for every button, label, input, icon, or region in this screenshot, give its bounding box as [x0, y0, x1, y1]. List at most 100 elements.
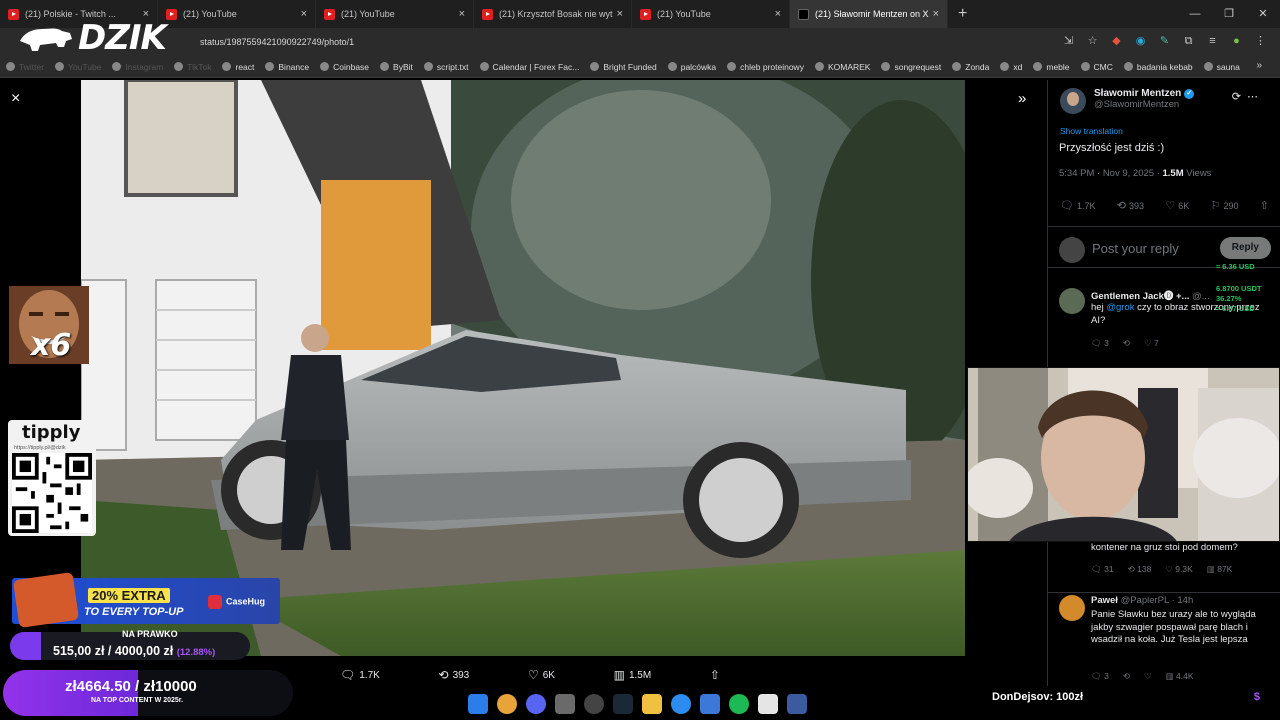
reply-button[interactable]: 🗨 3: [1091, 338, 1109, 349]
bookmark-item[interactable]: songrequest: [881, 62, 941, 72]
windows-start-icon[interactable]: [468, 694, 488, 714]
steam-icon[interactable]: [613, 694, 633, 714]
repost-button[interactable]: ⟲ 138: [1128, 564, 1152, 575]
share-button[interactable]: ⇧: [1260, 199, 1272, 212]
avatar[interactable]: [1060, 88, 1086, 114]
reply-button[interactable]: 🗨 1.7K: [340, 668, 380, 682]
menu-kebab-icon[interactable]: ⋮: [1253, 34, 1268, 49]
browser-tab[interactable]: (21) YouTube ×: [316, 0, 474, 28]
views-button[interactable]: ▥ 4.4K: [1166, 671, 1194, 682]
reply-input[interactable]: Post your reply: [1092, 241, 1179, 256]
file-explorer-icon[interactable]: [642, 694, 662, 714]
close-tab-icon[interactable]: ×: [301, 8, 307, 20]
close-tab-icon[interactable]: ×: [775, 8, 781, 20]
like-button[interactable]: ♡: [1144, 671, 1152, 682]
close-tab-icon[interactable]: ×: [459, 8, 465, 20]
bookmark-item[interactable]: chleb proteinowy: [727, 62, 804, 72]
app-icon[interactable]: [555, 694, 575, 714]
bookmark-item[interactable]: Twitter: [6, 62, 44, 72]
reply-item[interactable]: Paweł @PaplerPL · 14h Panie Sławku bez u…: [1048, 592, 1280, 686]
share-button[interactable]: ⇧: [710, 668, 720, 682]
extension-icon[interactable]: ✎: [1157, 34, 1172, 49]
reply-item[interactable]: kontener na gruz stoi pod domem? 🗨 31 ⟲ …: [1048, 540, 1280, 580]
reply-author-handle[interactable]: @...: [1192, 291, 1210, 302]
reply-author-handle[interactable]: @PaplerPL · 14h: [1121, 595, 1194, 606]
bookmark-item[interactable]: sauna: [1203, 62, 1240, 72]
post-author[interactable]: Sławomir Mentzen ✓ @SlawomirMentzen: [1060, 88, 1195, 114]
discord-icon[interactable]: [526, 694, 546, 714]
app-icon[interactable]: [671, 694, 691, 714]
obs-icon[interactable]: [584, 694, 604, 714]
like-button[interactable]: ♡ 6K: [528, 668, 555, 682]
bookmark-item[interactable]: Binance: [265, 62, 309, 72]
extension-icon[interactable]: ◆: [1109, 34, 1124, 49]
bookmark-item[interactable]: badania kebab: [1123, 62, 1193, 72]
like-button[interactable]: ♡ 7: [1144, 338, 1159, 349]
bookmark-item[interactable]: react: [222, 62, 254, 72]
url-field[interactable]: status/1987559421090922749/photo/1: [200, 32, 1060, 52]
reply-author-name[interactable]: Paweł: [1091, 595, 1118, 606]
browser-tab[interactable]: (21) YouTube ×: [632, 0, 790, 28]
bookmark-item[interactable]: palcówka: [667, 62, 716, 72]
mention-link[interactable]: @grok: [1106, 302, 1134, 313]
reply-button[interactable]: 🗨 31: [1091, 564, 1114, 575]
maximize-icon[interactable]: ❐: [1212, 0, 1246, 28]
spotify-icon[interactable]: [729, 694, 749, 714]
like-button[interactable]: ♡ 6K: [1165, 199, 1189, 212]
bookmark-item[interactable]: xd: [1000, 62, 1022, 72]
repost-button[interactable]: ⟲: [1123, 671, 1130, 682]
bookmark-item[interactable]: YouTube: [55, 62, 101, 72]
close-tab-icon[interactable]: ×: [933, 8, 939, 20]
bookmark-item[interactable]: Coinbase: [320, 62, 369, 72]
extension-icon[interactable]: ◉: [1133, 34, 1148, 49]
bookmark-item[interactable]: meble: [1033, 62, 1070, 72]
grok-icon[interactable]: ⟳: [1232, 91, 1247, 103]
repost-button[interactable]: ⟲ 393: [1117, 199, 1144, 212]
chrome-icon[interactable]: [497, 694, 517, 714]
app-icon[interactable]: [700, 694, 720, 714]
reading-list-icon[interactable]: ≡: [1205, 34, 1220, 49]
bookmark-item[interactable]: Instagram: [112, 62, 163, 72]
avatar[interactable]: [1059, 288, 1085, 314]
bookmark-item[interactable]: ByBit: [380, 62, 413, 72]
bookmark-item[interactable]: Calendar | Forex Fac...: [479, 62, 579, 72]
extensions-puzzle-icon[interactable]: ⧉: [1181, 34, 1196, 49]
author-name[interactable]: Sławomir Mentzen: [1094, 88, 1181, 99]
more-options-icon[interactable]: ⋯: [1247, 91, 1264, 103]
bookmark-star-icon[interactable]: ☆: [1085, 34, 1100, 49]
install-app-icon[interactable]: ⇲: [1061, 34, 1076, 49]
like-button[interactable]: ♡ 9.3K: [1165, 564, 1192, 575]
close-window-icon[interactable]: ✕: [1246, 0, 1280, 28]
show-translation-link[interactable]: Show translation: [1060, 126, 1123, 136]
expand-sidebar-icon[interactable]: »: [1018, 90, 1026, 107]
avatar[interactable]: [1059, 595, 1085, 621]
browser-tab[interactable]: (21) YouTube ×: [158, 0, 316, 28]
post-photo[interactable]: [81, 80, 965, 656]
bookmark-item[interactable]: Bright Funded: [590, 62, 657, 72]
bookmarks-overflow-icon[interactable]: »: [1256, 60, 1262, 71]
profile-avatar-icon[interactable]: ●: [1229, 34, 1244, 49]
browser-tab[interactable]: (21) Krzysztof Bosak nie wytrzym×: [474, 0, 632, 28]
bookmark-item[interactable]: Zonda: [952, 62, 989, 72]
reply-button[interactable]: 🗨 3: [1091, 671, 1109, 682]
repost-button[interactable]: ⟲ 393: [439, 668, 470, 682]
close-viewer-icon[interactable]: ×: [11, 90, 20, 108]
browser-tab-active[interactable]: (21) Sławomir Mentzen on X: "P×: [790, 0, 948, 28]
bookmark-item[interactable]: script.txt: [423, 62, 469, 72]
views-button[interactable]: ▥ 87K: [1207, 564, 1233, 575]
new-tab-button[interactable]: +: [948, 5, 977, 23]
close-tab-icon[interactable]: ×: [617, 8, 623, 20]
bookmark-item[interactable]: KOMAREK: [814, 62, 870, 72]
post-time[interactable]: 5:34 PM · Nov 9, 2025 ·: [1059, 168, 1163, 179]
bookmark-item[interactable]: CMC: [1080, 62, 1113, 72]
bookmark-item[interactable]: TikTok: [174, 62, 211, 72]
reply-button[interactable]: 🗨 1.7K: [1060, 199, 1095, 212]
app-icon[interactable]: [787, 694, 807, 714]
reply-author-name[interactable]: Gentlemen Jack🅓 +...: [1091, 291, 1189, 302]
minimize-icon[interactable]: —: [1178, 0, 1212, 28]
author-handle[interactable]: @SlawomirMentzen: [1094, 99, 1194, 110]
notepad-icon[interactable]: [758, 694, 778, 714]
reply-submit-button[interactable]: Reply: [1219, 237, 1271, 259]
views-button[interactable]: ▥ 1.5M: [614, 668, 652, 682]
repost-button[interactable]: ⟲: [1123, 338, 1130, 349]
